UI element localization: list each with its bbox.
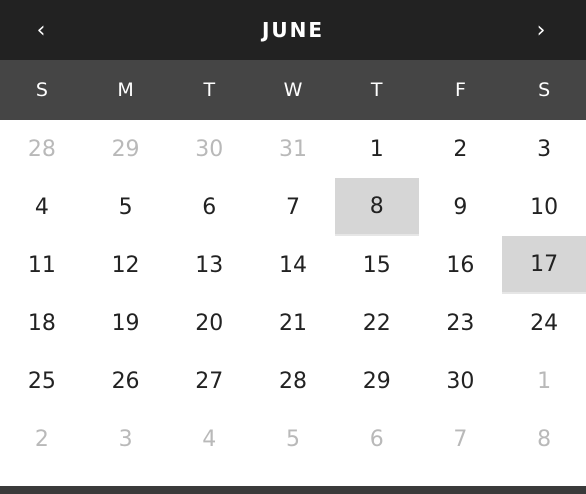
day-cell-outside-month[interactable]: 4 [167,410,251,468]
day-cell-outside-month[interactable]: 28 [0,120,84,178]
day-cell-outside-month[interactable]: 31 [251,120,335,178]
day-cell-outside-month[interactable]: 5 [251,410,335,468]
weekday-label: T [203,79,216,101]
day-cell[interactable]: 23 [419,294,503,352]
day-cell[interactable]: 15 [335,236,419,294]
calendar: ‹ JUNE › S M T W T F S 28 29 30 31 1 2 3 4 5 6 7 8 9… [0,0,586,494]
day-cell[interactable]: 28 [251,352,335,410]
day-grid: 28 29 30 31 1 2 3 4 5 6 7 8 9 10 11 12 13 14 15 16 17 18 19 20 2… [0,120,586,468]
day-cell[interactable]: 5 [84,178,168,236]
calendar-footer-bar [0,486,586,494]
day-cell[interactable]: 22 [335,294,419,352]
day-cell[interactable]: 6 [167,178,251,236]
day-cell[interactable]: 27 [167,352,251,410]
day-cell[interactable]: 10 [502,178,586,236]
day-cell-selected[interactable]: 17 [502,236,586,294]
day-cell[interactable]: 4 [0,178,84,236]
day-cell[interactable]: 25 [0,352,84,410]
day-cell[interactable]: 18 [0,294,84,352]
next-month-button[interactable]: › [516,0,566,60]
month-title: JUNE [261,18,325,42]
day-cell[interactable]: 9 [419,178,503,236]
chevron-right-icon: › [536,17,546,43]
weekday-label: W [283,79,303,101]
day-cell[interactable]: 3 [502,120,586,178]
day-cell[interactable]: 11 [0,236,84,294]
weekday-label: F [454,79,466,101]
day-cell-outside-month[interactable]: 30 [167,120,251,178]
day-cell[interactable]: 26 [84,352,168,410]
day-cell-outside-month[interactable]: 1 [502,352,586,410]
day-cell[interactable]: 21 [251,294,335,352]
day-cell[interactable]: 30 [419,352,503,410]
day-cell-outside-month[interactable]: 3 [84,410,168,468]
day-cell[interactable]: 29 [335,352,419,410]
day-cell-outside-month[interactable]: 8 [502,410,586,468]
day-cell[interactable]: 2 [419,120,503,178]
day-cell[interactable]: 1 [335,120,419,178]
day-cell[interactable]: 16 [419,236,503,294]
day-cell-selected[interactable]: 8 [334,178,419,236]
day-cell[interactable]: 20 [167,294,251,352]
weekday-label: S [35,79,48,101]
day-cell[interactable]: 12 [84,236,168,294]
day-cell[interactable]: 19 [84,294,168,352]
day-cell[interactable]: 14 [251,236,335,294]
day-cell-outside-month[interactable]: 7 [419,410,503,468]
day-cell-outside-month[interactable]: 29 [84,120,168,178]
day-cell[interactable]: 7 [251,178,335,236]
day-cell-outside-month[interactable]: 2 [0,410,84,468]
weekday-label: T [370,79,383,101]
calendar-header: ‹ JUNE › [0,0,586,60]
day-cell[interactable]: 13 [167,236,251,294]
day-cell[interactable]: 24 [502,294,586,352]
day-cell-outside-month[interactable]: 6 [335,410,419,468]
weekday-header-row: S M T W T F S [0,60,586,120]
weekday-label: M [117,79,134,101]
weekday-label: S [538,79,551,101]
